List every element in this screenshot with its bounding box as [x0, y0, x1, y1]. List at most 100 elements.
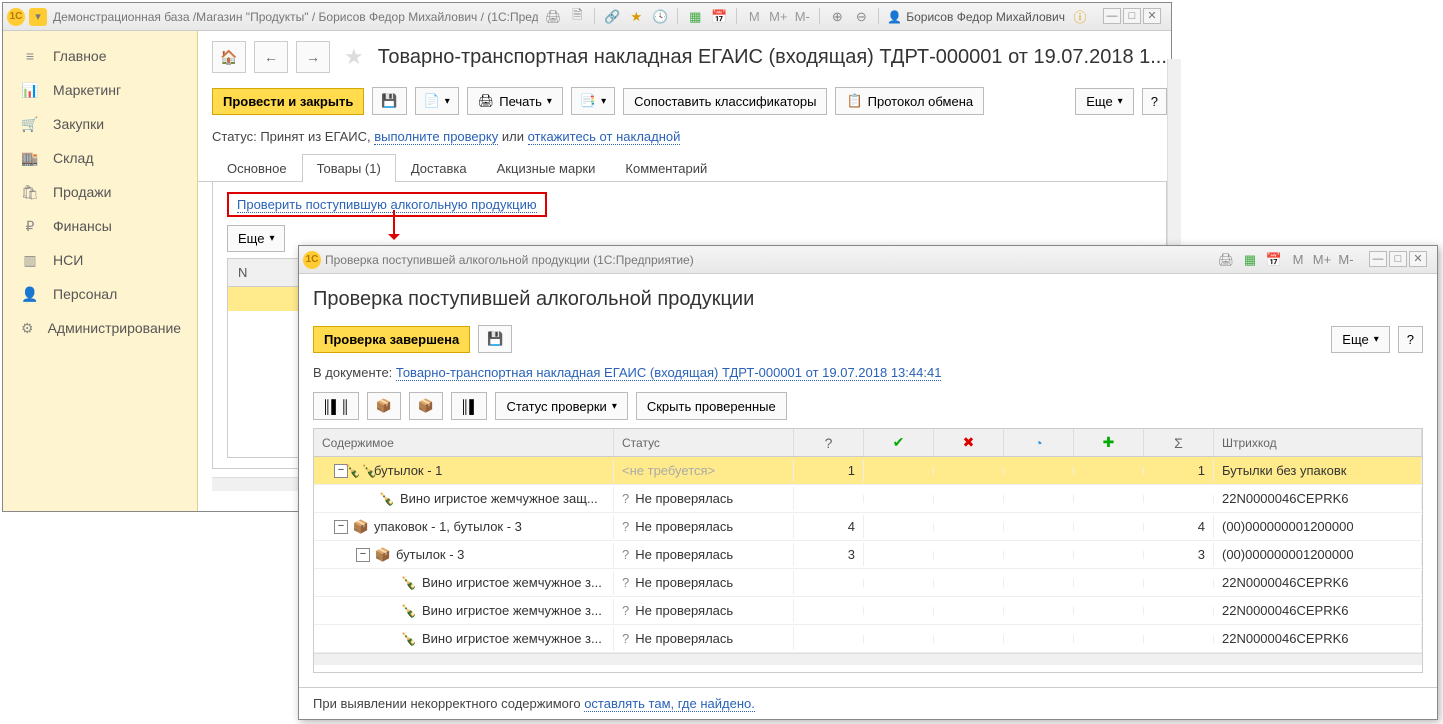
grid-row[interactable]: −📦упаковок - 1, бутылок - 3 ?Не проверял… [314, 513, 1422, 541]
close-icon[interactable]: ✕ [1409, 251, 1427, 267]
doc-link-line: В документе: Товарно-транспортная наклад… [313, 365, 1423, 380]
expander-icon[interactable]: − [334, 520, 348, 534]
expander-icon[interactable]: − [356, 548, 370, 562]
egais-button[interactable]: 📑 ▾ [571, 87, 615, 115]
row-sum [1144, 579, 1214, 587]
check-done-button[interactable]: Проверка завершена [313, 326, 470, 353]
sidebar-icon: ▥ [21, 251, 39, 269]
popup-save-button[interactable]: 💾 [478, 325, 512, 353]
sidebar-item-6[interactable]: ▥НСИ [3, 243, 197, 277]
maximize-icon[interactable]: □ [1389, 251, 1407, 267]
zoom-out-icon[interactable]: ⊖ [852, 8, 870, 26]
tab-0[interactable]: Основное [212, 154, 302, 182]
tab-3[interactable]: Акцизные марки [482, 154, 611, 182]
sidebar-item-4[interactable]: 🛍Продажи [3, 175, 197, 209]
favorite-star-icon[interactable]: ★ [344, 44, 364, 70]
sidebar-item-7[interactable]: 👤Персонал [3, 277, 197, 311]
forward-button[interactable]: → [296, 41, 330, 73]
row-label: Вино игристое жемчужное з... [422, 603, 602, 618]
grid-row[interactable]: 🍾Вино игристое жемчужное з... ?Не провер… [314, 625, 1422, 653]
maximize-icon[interactable]: □ [1123, 8, 1141, 24]
grid-row[interactable]: −🍾🍾бутылок - 1 <не требуется> 1 1 Бутылк… [314, 457, 1422, 485]
m-minus-icon[interactable]: M- [1337, 251, 1355, 269]
row-barcode: (00)000000001200000 [1214, 515, 1422, 538]
tab-1[interactable]: Товары (1) [302, 154, 396, 182]
popup-help-button[interactable]: ? [1398, 326, 1423, 353]
popup-window: 1C Проверка поступившей алкогольной прод… [298, 245, 1438, 720]
back-button[interactable]: ← [254, 41, 288, 73]
scan-device-button[interactable]: ║▌ [451, 392, 487, 420]
barcode-scan-button[interactable]: ║▌║ [313, 392, 359, 420]
sidebar-item-8[interactable]: ⚙Администрирование [3, 311, 197, 345]
sidebar-item-3[interactable]: 🏬Склад [3, 141, 197, 175]
box-remove-button[interactable]: 📦 [409, 392, 443, 420]
sidebar-item-5[interactable]: ₽Финансы [3, 209, 197, 243]
print-icon[interactable]: 🖨 [544, 8, 562, 26]
grid-row[interactable]: −📦бутылок - 3 ?Не проверялась 3 3 (00)00… [314, 541, 1422, 569]
row-sum: 1 [1144, 459, 1214, 482]
minimize-icon[interactable]: — [1103, 8, 1121, 24]
row-sum [1144, 607, 1214, 615]
tabs: ОсновноеТовары (1)ДоставкаАкцизные марки… [198, 154, 1181, 182]
row-status: <не требуется> [622, 463, 715, 478]
m-plus-icon[interactable]: M+ [769, 8, 787, 26]
sidebar-item-2[interactable]: 🛒Закупки [3, 107, 197, 141]
info-icon[interactable]: ⓘ [1071, 8, 1089, 26]
help-button[interactable]: ? [1142, 88, 1167, 115]
calendar-icon[interactable]: 📅 [710, 8, 728, 26]
more-button[interactable]: Еще ▾ [1075, 88, 1133, 115]
grid-row[interactable]: 🍾Вино игристое жемчужное з... ?Не провер… [314, 569, 1422, 597]
box-add-button[interactable]: 📦 [367, 392, 401, 420]
post-button[interactable]: 📄 ▾ [415, 87, 459, 115]
compare-button[interactable]: Сопоставить классификаторы [623, 88, 827, 115]
check-alcohol-link[interactable]: Проверить поступившую алкогольную продук… [237, 197, 537, 213]
titlebar-tools: 🖨 🗎 🔗 ★ 🕓 ▦ 📅 M M+ M- ⊕ ⊖ 👤 Борисов Федо… [538, 8, 1167, 26]
row-barcode: Бутылки без упаковк [1214, 459, 1422, 482]
row-label: бутылок - 3 [396, 547, 464, 562]
goods-more-button[interactable]: Еще ▾ [227, 225, 285, 252]
minimize-icon[interactable]: — [1369, 251, 1387, 267]
row-label: Вино игристое жемчужное защ... [400, 491, 598, 506]
sidebar-item-1[interactable]: 📊Маркетинг [3, 73, 197, 107]
grid-row[interactable]: 🍾Вино игристое жемчужное защ... ?Не пров… [314, 485, 1422, 513]
source-document-link[interactable]: Товарно-транспортная накладная ЕГАИС (вх… [396, 365, 942, 381]
print-icon[interactable]: 🖨 [1217, 251, 1235, 269]
footer-setting-link[interactable]: оставлять там, где найдено. [584, 696, 755, 712]
calendar-icon[interactable]: 📅 [1265, 251, 1283, 269]
print-button[interactable]: 🖨 Печать ▾ [467, 87, 563, 115]
m-icon[interactable]: M [745, 8, 763, 26]
tab-2[interactable]: Доставка [396, 154, 482, 182]
m-minus-icon[interactable]: M- [793, 8, 811, 26]
sidebar-item-0[interactable]: ≡Главное [3, 39, 197, 73]
row-sum: 4 [1144, 515, 1214, 538]
popup-titlebar-text: Проверка поступившей алкогольной продукц… [325, 253, 1211, 267]
row-label: упаковок - 1, бутылок - 3 [374, 519, 522, 534]
close-icon[interactable]: ✕ [1143, 8, 1161, 24]
protocol-button[interactable]: 📋 Протокол обмена [835, 87, 984, 115]
zoom-in-icon[interactable]: ⊕ [828, 8, 846, 26]
status-check-link[interactable]: выполните проверку [374, 129, 498, 145]
row-status: Не проверялась [635, 491, 733, 506]
home-button[interactable]: 🏠 [212, 41, 246, 73]
m-plus-icon[interactable]: M+ [1313, 251, 1331, 269]
col-barcode: Штрихкод [1214, 429, 1422, 456]
star-icon[interactable]: ★ [627, 8, 645, 26]
save-button[interactable]: 💾 [372, 87, 406, 115]
check-status-button[interactable]: Статус проверки ▾ [495, 392, 627, 420]
nav-icon[interactable]: 🔗 [603, 8, 621, 26]
calc-icon[interactable]: ▦ [686, 8, 704, 26]
post-and-close-button[interactable]: Провести и закрыть [212, 88, 364, 115]
favorite-toggle-icon[interactable]: ▾ [29, 8, 47, 26]
user-chip[interactable]: 👤 Борисов Федор Михайлович [887, 8, 1065, 26]
popup-more-button[interactable]: Еще ▾ [1331, 326, 1389, 353]
tab-4[interactable]: Комментарий [610, 154, 722, 182]
calc-icon[interactable]: ▦ [1241, 251, 1259, 269]
history-icon[interactable]: 🕓 [651, 8, 669, 26]
hide-checked-button[interactable]: Скрыть проверенные [636, 392, 787, 420]
check-grid[interactable]: Содержимое Статус ? ✔ ✖ ◔ ✚ Σ Штрихкод −… [313, 428, 1423, 673]
m-icon[interactable]: M [1289, 251, 1307, 269]
grid-horizontal-scrollbar[interactable] [314, 653, 1422, 665]
grid-row[interactable]: 🍾Вино игристое жемчужное з... ?Не провер… [314, 597, 1422, 625]
status-refuse-link[interactable]: откажитесь от накладной [528, 129, 681, 145]
save-icon[interactable]: 🗎 [568, 8, 586, 26]
